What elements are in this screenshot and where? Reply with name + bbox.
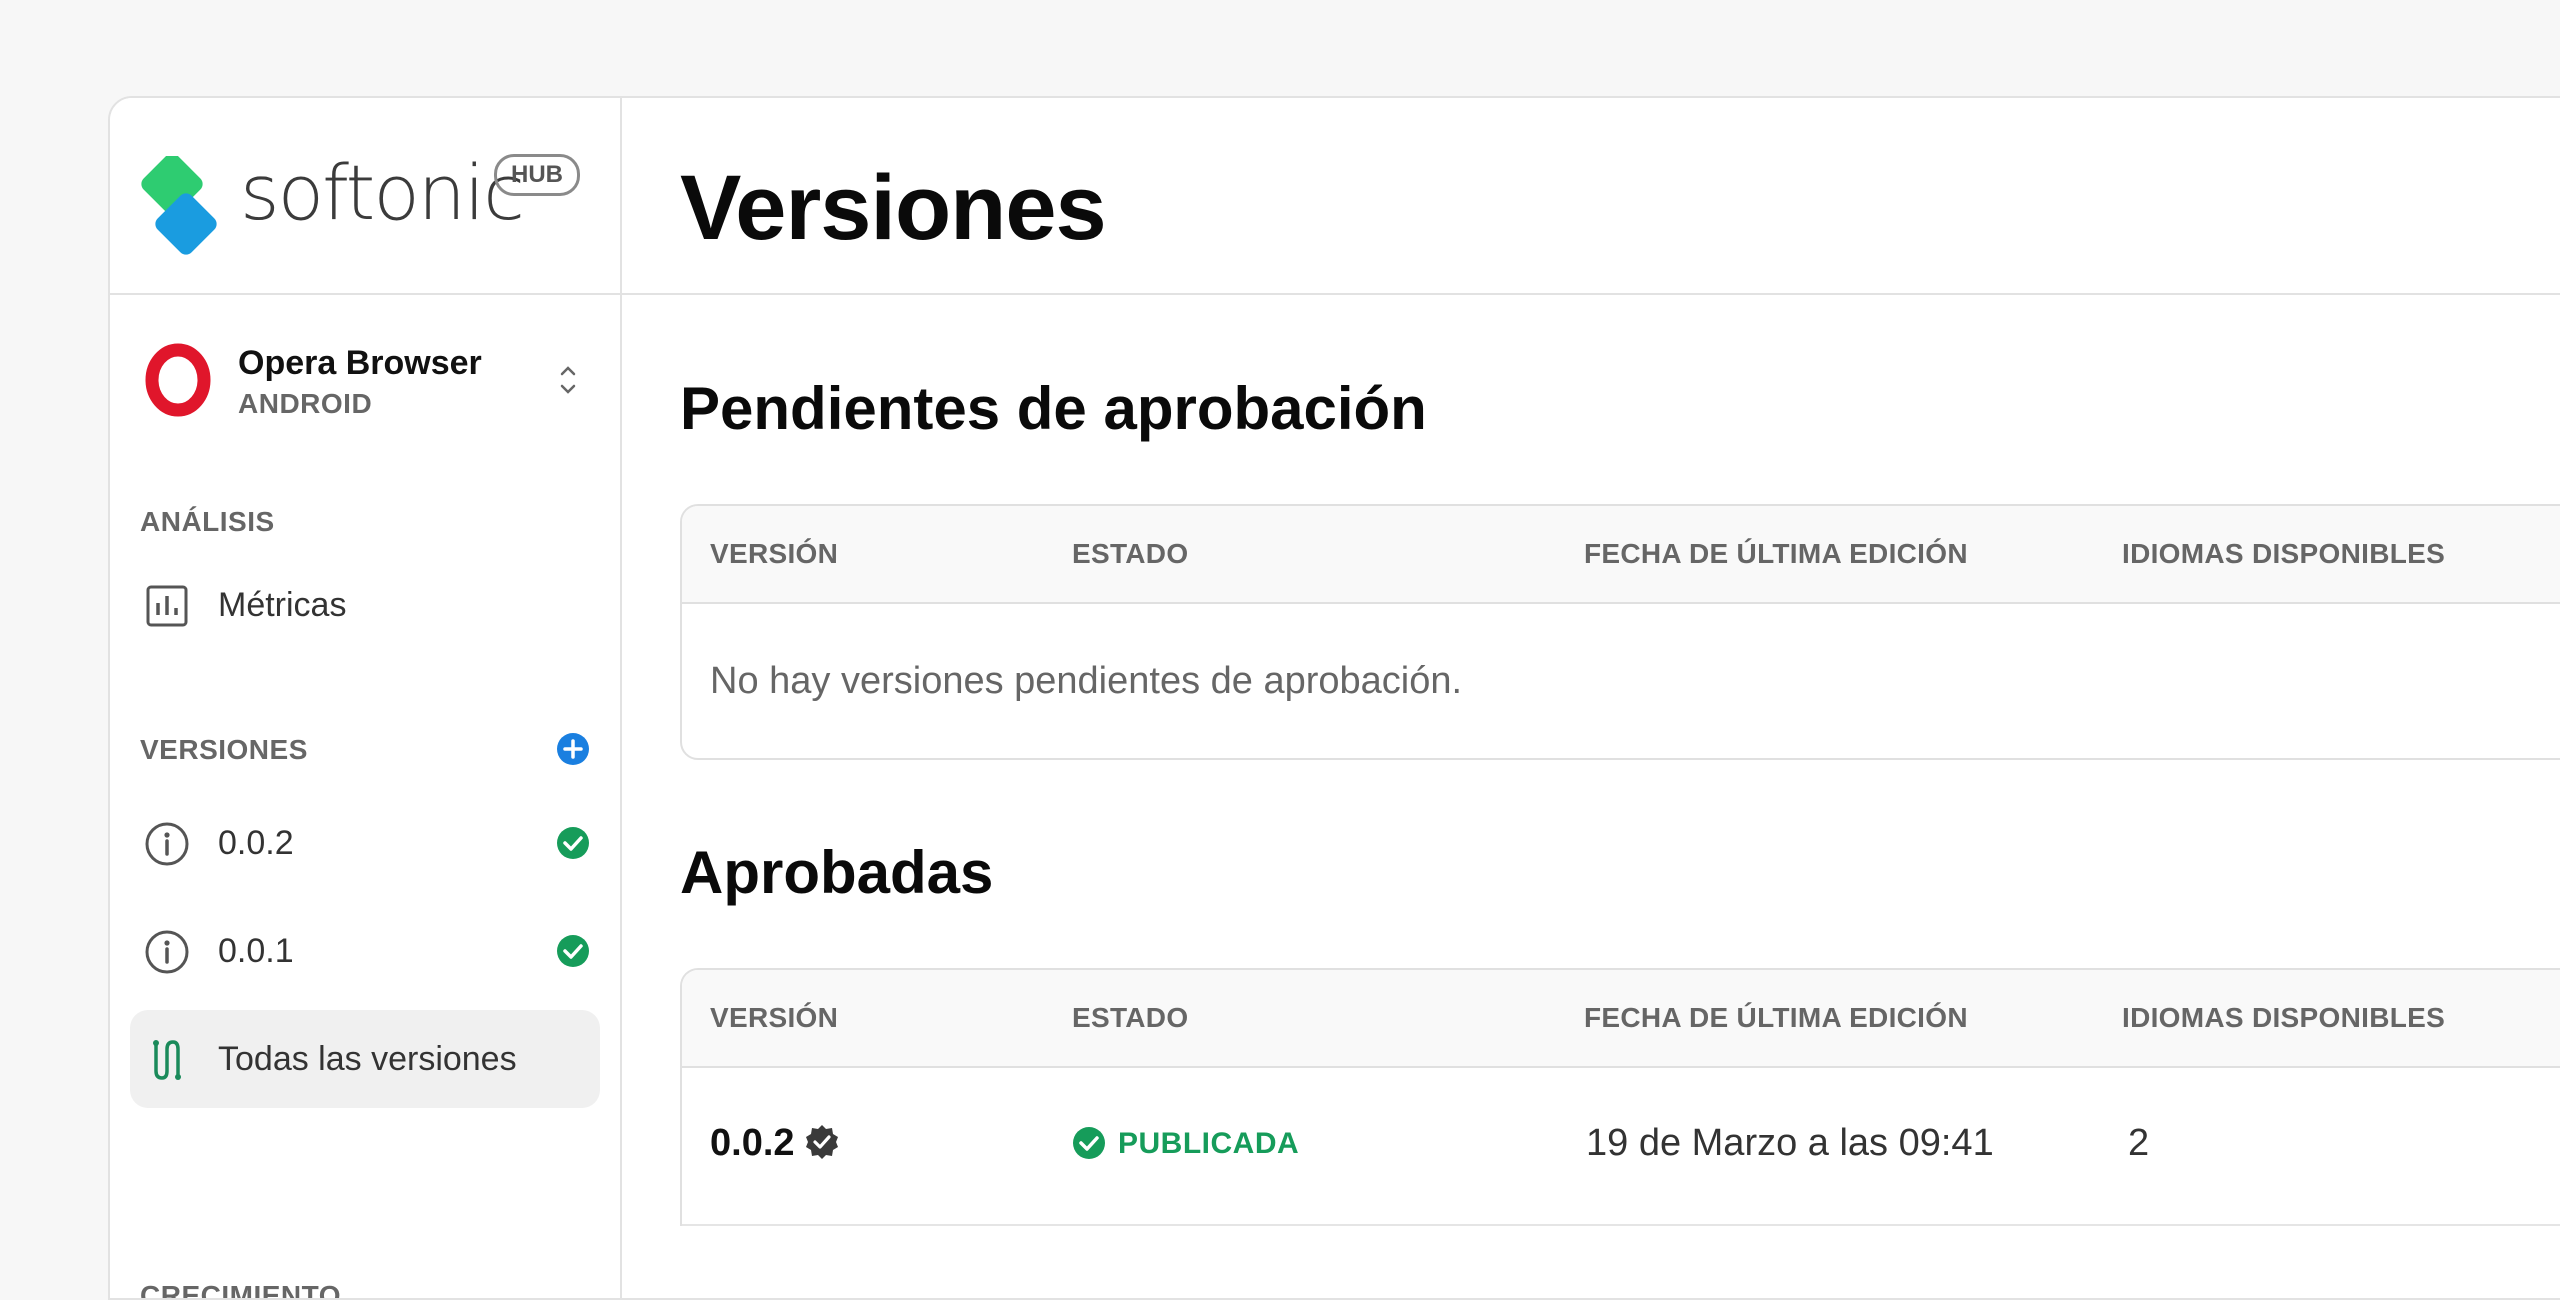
column-header-languages[interactable]: IDIOMAS DISPONIBLES bbox=[2122, 538, 2445, 570]
sidebar-item-label: 0.0.2 bbox=[218, 824, 294, 862]
info-icon bbox=[145, 930, 189, 974]
route-icon bbox=[153, 1040, 181, 1080]
bar-chart-icon bbox=[146, 585, 188, 627]
column-header-last-edit[interactable]: FECHA DE ÚLTIMA EDICIÓN bbox=[1584, 1002, 1968, 1034]
approved-section-title: Aprobadas bbox=[680, 839, 994, 906]
opera-logo-icon bbox=[140, 342, 216, 418]
sidebar-item-label: Métricas bbox=[218, 586, 347, 624]
check-circle-icon bbox=[557, 827, 589, 859]
check-circle-icon bbox=[557, 935, 589, 967]
status-badge: PUBLICADA bbox=[1072, 1126, 1299, 1161]
softonic-logo-icon[interactable] bbox=[138, 156, 220, 258]
section-label-versions: VERSIONES bbox=[140, 734, 308, 765]
table-row[interactable]: 0.0.2 PUBLICADA 19 de Marzo a las 09:41 … bbox=[682, 1068, 2560, 1226]
app-selector[interactable]: Opera Browser ANDROID bbox=[140, 338, 580, 428]
section-label-growth: CRECIMIENTO bbox=[140, 1280, 341, 1300]
status-label: PUBLICADA bbox=[1118, 1127, 1300, 1160]
sidebar-item-metricas[interactable]: Métricas bbox=[130, 556, 600, 654]
languages-count: 2 bbox=[2128, 1122, 2150, 1164]
table-header: VERSIÓN ESTADO FECHA DE ÚLTIMA EDICIÓN I… bbox=[682, 970, 2560, 1068]
app-platform: ANDROID bbox=[238, 388, 373, 419]
sidebar: softonic HUB Opera Browser ANDROID ANÁLI… bbox=[110, 98, 622, 1298]
verified-badge-icon bbox=[805, 1125, 838, 1159]
column-header-languages[interactable]: IDIOMAS DISPONIBLES bbox=[2122, 1002, 2445, 1034]
page-title: Versiones bbox=[680, 157, 1107, 259]
pending-section-title: Pendientes de aprobación bbox=[680, 375, 1427, 442]
info-icon bbox=[145, 822, 189, 866]
sidebar-item-version-0-0-2[interactable]: 0.0.2 bbox=[130, 794, 600, 892]
add-version-icon[interactable] bbox=[556, 732, 590, 766]
check-circle-icon bbox=[1073, 1127, 1105, 1159]
column-header-status[interactable]: ESTADO bbox=[1072, 1002, 1188, 1034]
empty-row: No hay versiones pendientes de aprobació… bbox=[682, 604, 2560, 758]
approved-table: VERSIÓN ESTADO FECHA DE ÚLTIMA EDICIÓN I… bbox=[680, 968, 2560, 1226]
column-header-version[interactable]: VERSIÓN bbox=[710, 538, 838, 570]
sidebar-item-label: 0.0.1 bbox=[218, 932, 294, 970]
brand-name: softonic bbox=[240, 148, 525, 237]
empty-message: No hay versiones pendientes de aprobació… bbox=[710, 660, 1463, 702]
last-edit-date: 19 de Marzo a las 09:41 bbox=[1586, 1122, 1994, 1164]
app-name: Opera Browser bbox=[238, 344, 482, 382]
logo-area: softonic HUB bbox=[110, 98, 620, 295]
version-number: 0.0.2 bbox=[710, 1122, 795, 1164]
sidebar-item-label: Todas las versiones bbox=[218, 1040, 517, 1078]
hub-badge: HUB bbox=[494, 154, 580, 196]
pending-table: VERSIÓN ESTADO FECHA DE ÚLTIMA EDICIÓN I… bbox=[680, 504, 2560, 760]
main-content: Versiones Pendientes de aprobación VERSI… bbox=[622, 98, 2560, 1298]
sidebar-item-version-0-0-1[interactable]: 0.0.1 bbox=[130, 902, 600, 1000]
app-window: softonic HUB Opera Browser ANDROID ANÁLI… bbox=[108, 96, 2560, 1300]
section-label-analysis: ANÁLISIS bbox=[140, 506, 275, 537]
column-header-last-edit[interactable]: FECHA DE ÚLTIMA EDICIÓN bbox=[1584, 538, 1968, 570]
version-cell: 0.0.2 bbox=[710, 1122, 841, 1165]
column-header-version[interactable]: VERSIÓN bbox=[710, 1002, 838, 1034]
sidebar-item-all-versions[interactable]: Todas las versiones bbox=[130, 1010, 600, 1108]
chevron-up-down-icon[interactable] bbox=[556, 360, 580, 400]
column-header-status[interactable]: ESTADO bbox=[1072, 538, 1188, 570]
page-header: Versiones bbox=[622, 98, 2560, 295]
table-header: VERSIÓN ESTADO FECHA DE ÚLTIMA EDICIÓN I… bbox=[682, 506, 2560, 604]
